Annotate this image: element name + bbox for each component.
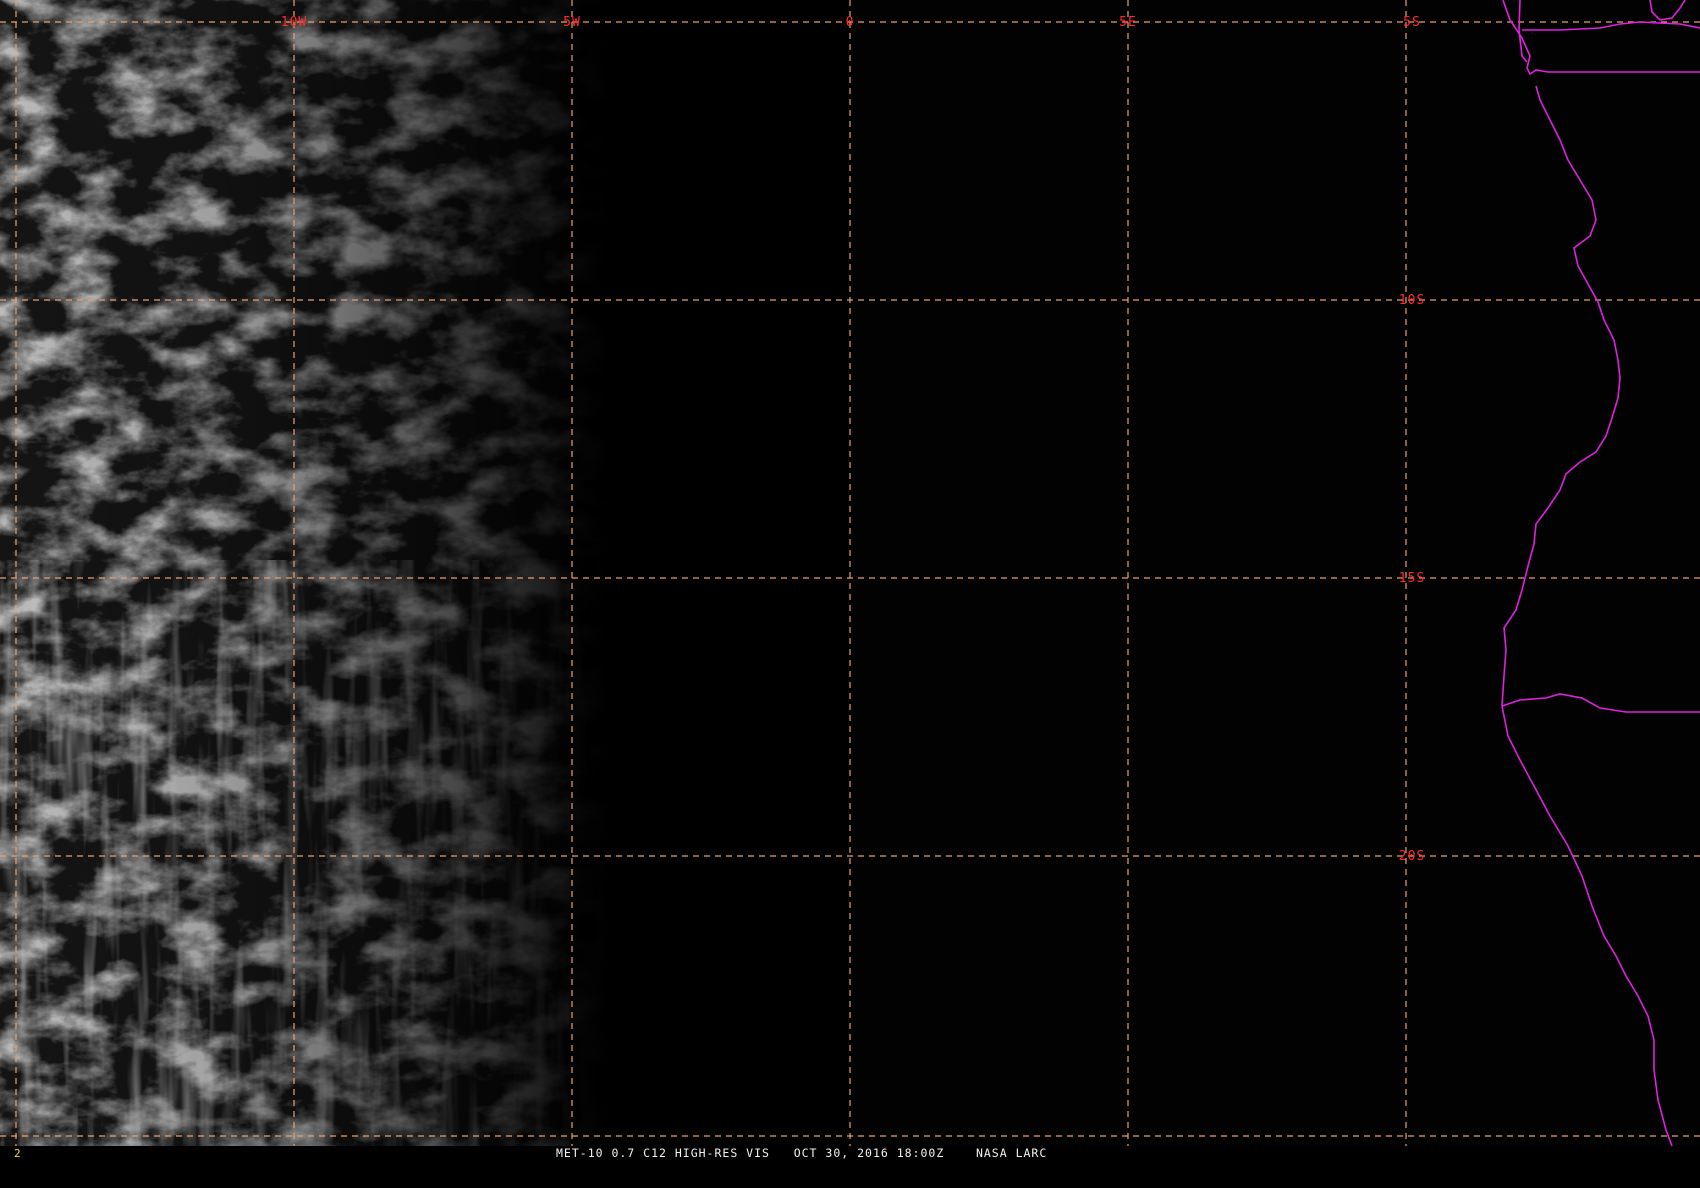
longitude-label: 10W: [281, 15, 307, 30]
latitude-label: 15S: [1399, 571, 1425, 586]
latitude-label: 10S: [1399, 293, 1425, 308]
longitude-label: 0: [846, 15, 855, 30]
status-footer: 2 MET-10 0.7 C12 HIGH-RES VIS OCT 30, 20…: [0, 1146, 1700, 1160]
image-caption: MET-10 0.7 C12 HIGH-RES VIS OCT 30, 2016…: [556, 1146, 1048, 1160]
cloud-field: [0, 0, 850, 1146]
frame-number: 2: [14, 1147, 21, 1160]
latitude-label: 5S: [1403, 15, 1421, 30]
longitude-label: 5W: [563, 15, 581, 30]
longitude-label: 5E: [1119, 15, 1137, 30]
satellite-map: 10W 5W 0 5E 5S 10S 15S 20S: [0, 0, 1700, 1147]
latitude-label: 20S: [1399, 849, 1425, 864]
